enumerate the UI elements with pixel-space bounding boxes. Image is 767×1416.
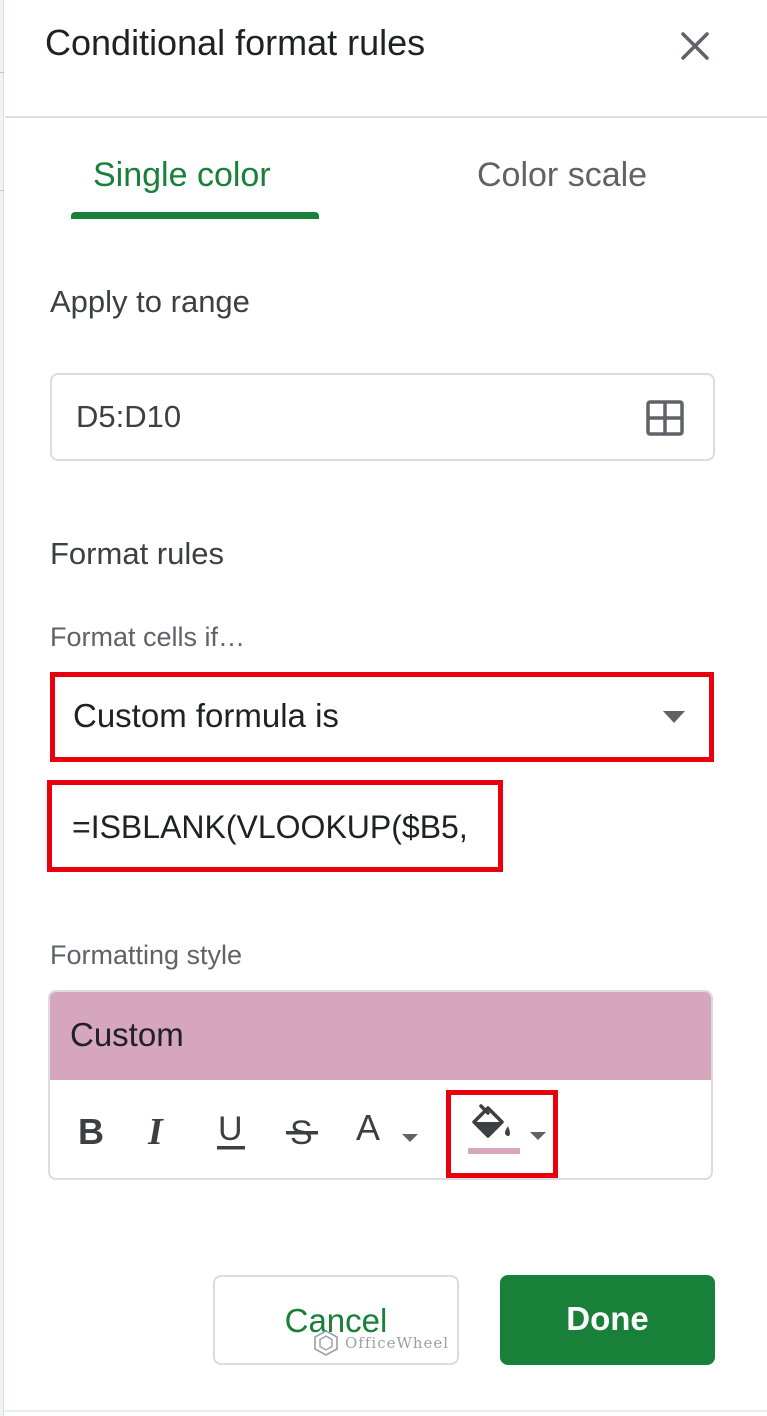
underline-icon-glyph: U: [217, 1110, 245, 1150]
bold-icon[interactable]: B: [74, 1110, 108, 1152]
formatting-style-label: Formatting style: [50, 940, 243, 970]
sheet-edge-tick: [0, 72, 4, 73]
apply-to-range-label: Apply to range: [50, 284, 250, 319]
range-value[interactable]: D5:D10: [76, 399, 181, 435]
style-preview[interactable]: Custom: [50, 992, 711, 1080]
tab-color-scale[interactable]: Color scale: [477, 156, 647, 195]
panel-title: Conditional format rules: [45, 22, 426, 63]
close-icon-glyph: [681, 32, 709, 60]
done-button[interactable]: Done: [500, 1275, 715, 1365]
format-cells-if-label: Format cells if…: [50, 622, 246, 652]
dropdown-arrow-icon[interactable]: [663, 711, 685, 723]
formatting-style-box: Custom B I U S A: [48, 990, 713, 1180]
condition-value[interactable]: Custom formula is: [73, 697, 339, 735]
text-color-icon[interactable]: A: [352, 1104, 428, 1154]
formula-value[interactable]: =ISBLANK(VLOOKUP($B5,: [72, 809, 468, 846]
svg-text:I: I: [147, 1111, 164, 1150]
text-color-icon-glyph: A: [356, 1107, 418, 1148]
svg-text:B: B: [78, 1111, 104, 1150]
format-rules-label: Format rules: [50, 536, 224, 571]
conditional-format-panel: Conditional format rules Single color Co…: [0, 0, 767, 1416]
grid-select-icon[interactable]: [646, 400, 684, 436]
strikethrough-icon-glyph: S: [286, 1114, 318, 1152]
svg-text:U: U: [218, 1110, 243, 1148]
fill-color-highlight: [446, 1090, 558, 1178]
panel-bottom-divider: [5, 1410, 767, 1412]
watermark-text: OfficeWheel: [345, 1334, 450, 1352]
active-tab-indicator: [71, 212, 319, 219]
panel-header: Conditional format rules: [5, 0, 767, 118]
strikethrough-icon[interactable]: S: [284, 1110, 320, 1152]
bold-icon-glyph: B: [78, 1111, 104, 1152]
sheet-edge-tick: [0, 190, 4, 191]
svg-text:A: A: [356, 1107, 380, 1148]
style-preview-text: Custom: [70, 1016, 184, 1053]
close-icon[interactable]: [675, 26, 715, 66]
range-input[interactable]: D5:D10: [50, 373, 715, 461]
tab-single-color[interactable]: Single color: [93, 156, 271, 195]
grid-select-icon-glyph: [646, 400, 684, 436]
watermark: OfficeWheel: [313, 1330, 449, 1356]
italic-icon[interactable]: I: [142, 1110, 176, 1153]
italic-icon-glyph: I: [147, 1111, 164, 1153]
underline-icon[interactable]: U: [214, 1108, 248, 1154]
condition-select[interactable]: Custom formula is: [50, 672, 714, 762]
custom-formula-input[interactable]: =ISBLANK(VLOOKUP($B5,: [47, 780, 503, 872]
watermark-logo-icon: [314, 1330, 338, 1356]
sheet-edge-strip: [0, 0, 4, 1416]
